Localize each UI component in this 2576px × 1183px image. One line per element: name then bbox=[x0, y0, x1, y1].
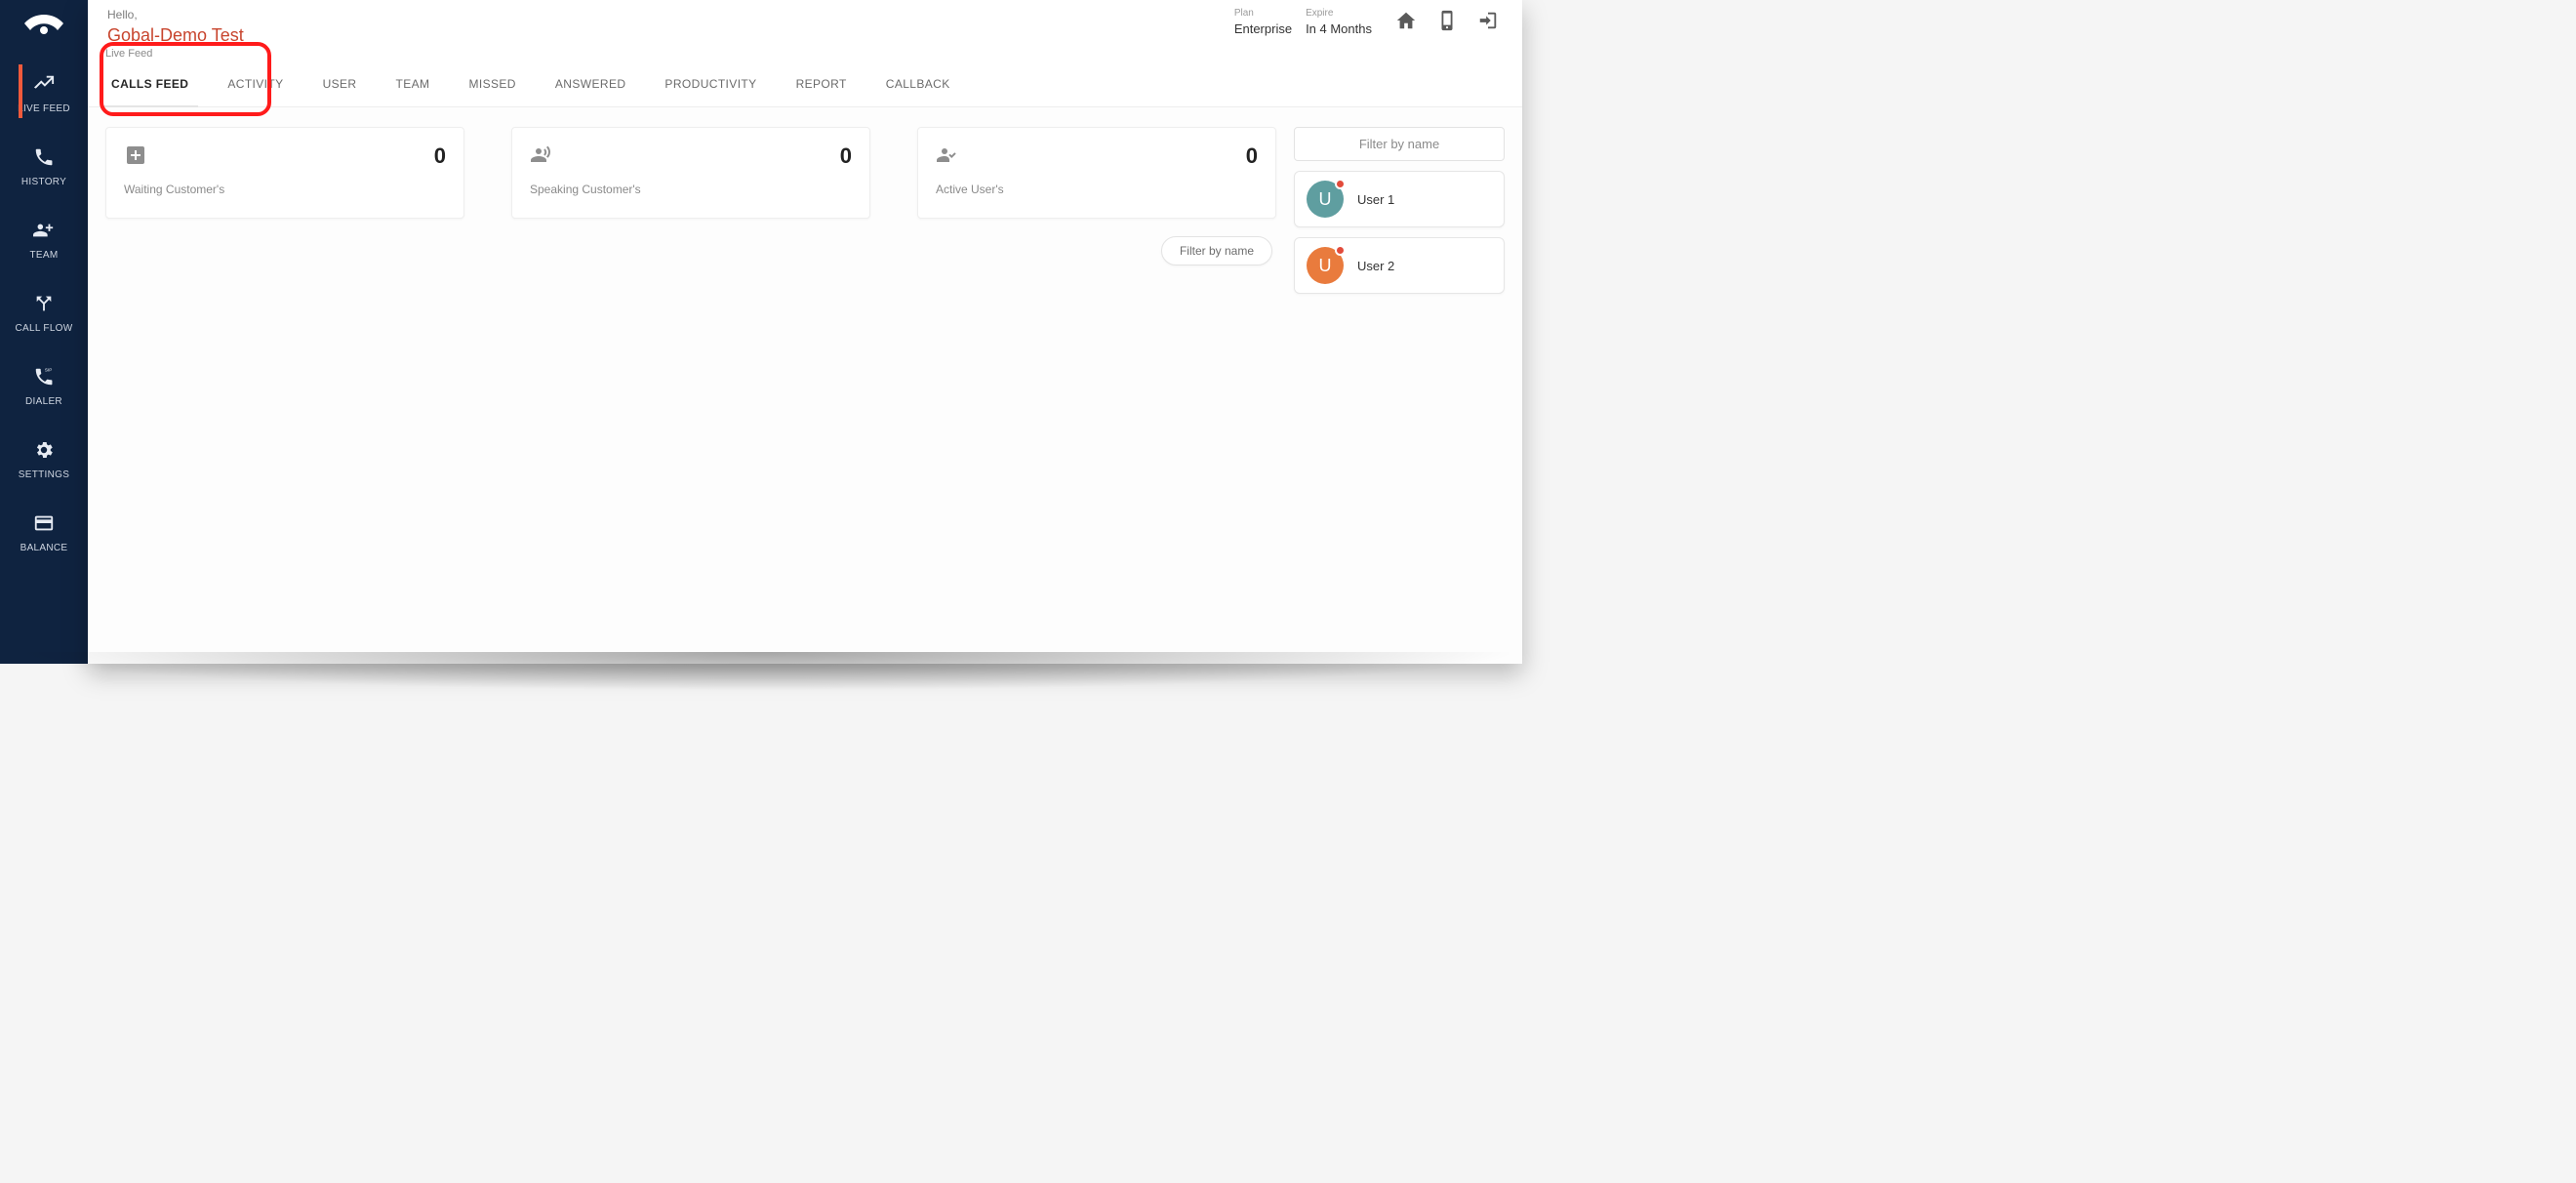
tab-callback[interactable]: CALLBACK bbox=[866, 60, 970, 106]
person-check-icon bbox=[936, 143, 961, 169]
main-panel: Hello, Gobal-Demo Test Plan Enterprise E… bbox=[88, 0, 1522, 664]
sidebar-item-label: TEAM bbox=[30, 250, 59, 261]
plan-block: Plan Enterprise bbox=[1234, 8, 1292, 36]
tab-team[interactable]: TEAM bbox=[377, 60, 450, 106]
tab-productivity[interactable]: PRODUCTIVITY bbox=[645, 60, 776, 106]
tab-missed[interactable]: MISSED bbox=[449, 60, 535, 106]
card-label: Active User's bbox=[936, 183, 1258, 196]
add-box-icon bbox=[124, 143, 149, 169]
home-icon[interactable] bbox=[1393, 8, 1419, 33]
tab-answered[interactable]: ANSWERED bbox=[536, 60, 646, 106]
sidebar-item-balance[interactable]: BALANCE bbox=[0, 494, 88, 567]
tabs-caption: Live Feed bbox=[105, 48, 152, 60]
tenant-name: Gobal-Demo Test bbox=[107, 25, 244, 46]
split-icon bbox=[32, 292, 56, 315]
header: Hello, Gobal-Demo Test Plan Enterprise E… bbox=[88, 0, 1522, 46]
card-value: 0 bbox=[434, 143, 446, 169]
user-card[interactable]: U User 1 bbox=[1294, 171, 1505, 227]
tab-report[interactable]: REPORT bbox=[777, 60, 866, 106]
sidebar-item-dialer[interactable]: SIP DIALER bbox=[0, 347, 88, 421]
card-speaking-customers: 0 Speaking Customer's bbox=[511, 127, 870, 219]
app-logo bbox=[20, 6, 67, 45]
sidebar-item-live-feed[interactable]: LIVE FEED bbox=[0, 55, 88, 128]
avatar: U bbox=[1307, 181, 1344, 218]
sidebar-item-label: BALANCE bbox=[20, 543, 68, 553]
sidebar-item-team[interactable]: TEAM bbox=[0, 201, 88, 274]
greeting-text: Hello, bbox=[107, 8, 244, 21]
greeting-block: Hello, Gobal-Demo Test bbox=[107, 8, 244, 46]
user-card[interactable]: U User 2 bbox=[1294, 237, 1505, 294]
voice-icon bbox=[530, 143, 555, 169]
tabs-container: Live Feed CALLS FEED ACTIVITY USER TEAM … bbox=[88, 46, 1522, 107]
sidebar: LIVE FEED HISTORY TEAM CALL FLOW SIP DIA… bbox=[0, 0, 88, 664]
card-icon bbox=[32, 511, 56, 535]
gear-icon bbox=[32, 438, 56, 462]
sidebar-item-label: LIVE FEED bbox=[18, 103, 70, 114]
sip-phone-icon: SIP bbox=[32, 365, 56, 388]
plan-key: Plan bbox=[1234, 8, 1292, 19]
status-dot-offline bbox=[1335, 179, 1346, 189]
cards-row: 0 Waiting Customer's 0 Speaking Customer… bbox=[105, 127, 1276, 219]
status-dot-offline bbox=[1335, 245, 1346, 256]
users-panel: Filter by name U User 1 U User 2 bbox=[1294, 127, 1505, 644]
filter-by-name-button[interactable]: Filter by name bbox=[1161, 236, 1272, 265]
sidebar-item-label: HISTORY bbox=[21, 177, 66, 187]
sidebar-item-label: CALL FLOW bbox=[15, 323, 72, 334]
sidebar-item-history[interactable]: HISTORY bbox=[0, 128, 88, 201]
card-value: 0 bbox=[840, 143, 852, 169]
tab-user[interactable]: USER bbox=[303, 60, 377, 106]
card-label: Waiting Customer's bbox=[124, 183, 446, 196]
cards-column: 0 Waiting Customer's 0 Speaking Customer… bbox=[105, 127, 1276, 644]
card-waiting-customers: 0 Waiting Customer's bbox=[105, 127, 464, 219]
avatar: U bbox=[1307, 247, 1344, 284]
expire-value: In 4 Months bbox=[1306, 21, 1372, 36]
expire-block: Expire In 4 Months bbox=[1306, 8, 1372, 36]
tab-calls-feed[interactable]: CALLS FEED bbox=[92, 60, 208, 106]
sidebar-item-call-flow[interactable]: CALL FLOW bbox=[0, 274, 88, 347]
card-active-users: 0 Active User's bbox=[917, 127, 1276, 219]
card-value: 0 bbox=[1246, 143, 1258, 169]
user-name: User 2 bbox=[1357, 259, 1394, 273]
sidebar-item-label: SETTINGS bbox=[19, 469, 69, 480]
sidebar-item-label: DIALER bbox=[25, 396, 62, 407]
group-add-icon bbox=[32, 219, 56, 242]
trend-icon bbox=[32, 72, 56, 96]
tab-activity[interactable]: ACTIVITY bbox=[208, 60, 302, 106]
tabs: CALLS FEED ACTIVITY USER TEAM MISSED ANS… bbox=[92, 60, 1522, 106]
filter-by-name-input[interactable]: Filter by name bbox=[1294, 127, 1505, 161]
card-label: Speaking Customer's bbox=[530, 183, 852, 196]
content: 0 Waiting Customer's 0 Speaking Customer… bbox=[88, 107, 1522, 664]
mobile-icon[interactable] bbox=[1434, 8, 1460, 33]
svg-text:SIP: SIP bbox=[45, 368, 52, 373]
expire-key: Expire bbox=[1306, 8, 1372, 19]
sidebar-item-settings[interactable]: SETTINGS bbox=[0, 421, 88, 494]
plan-value: Enterprise bbox=[1234, 21, 1292, 36]
user-name: User 1 bbox=[1357, 192, 1394, 207]
logout-icon[interactable] bbox=[1475, 8, 1501, 33]
phone-icon bbox=[32, 145, 56, 169]
